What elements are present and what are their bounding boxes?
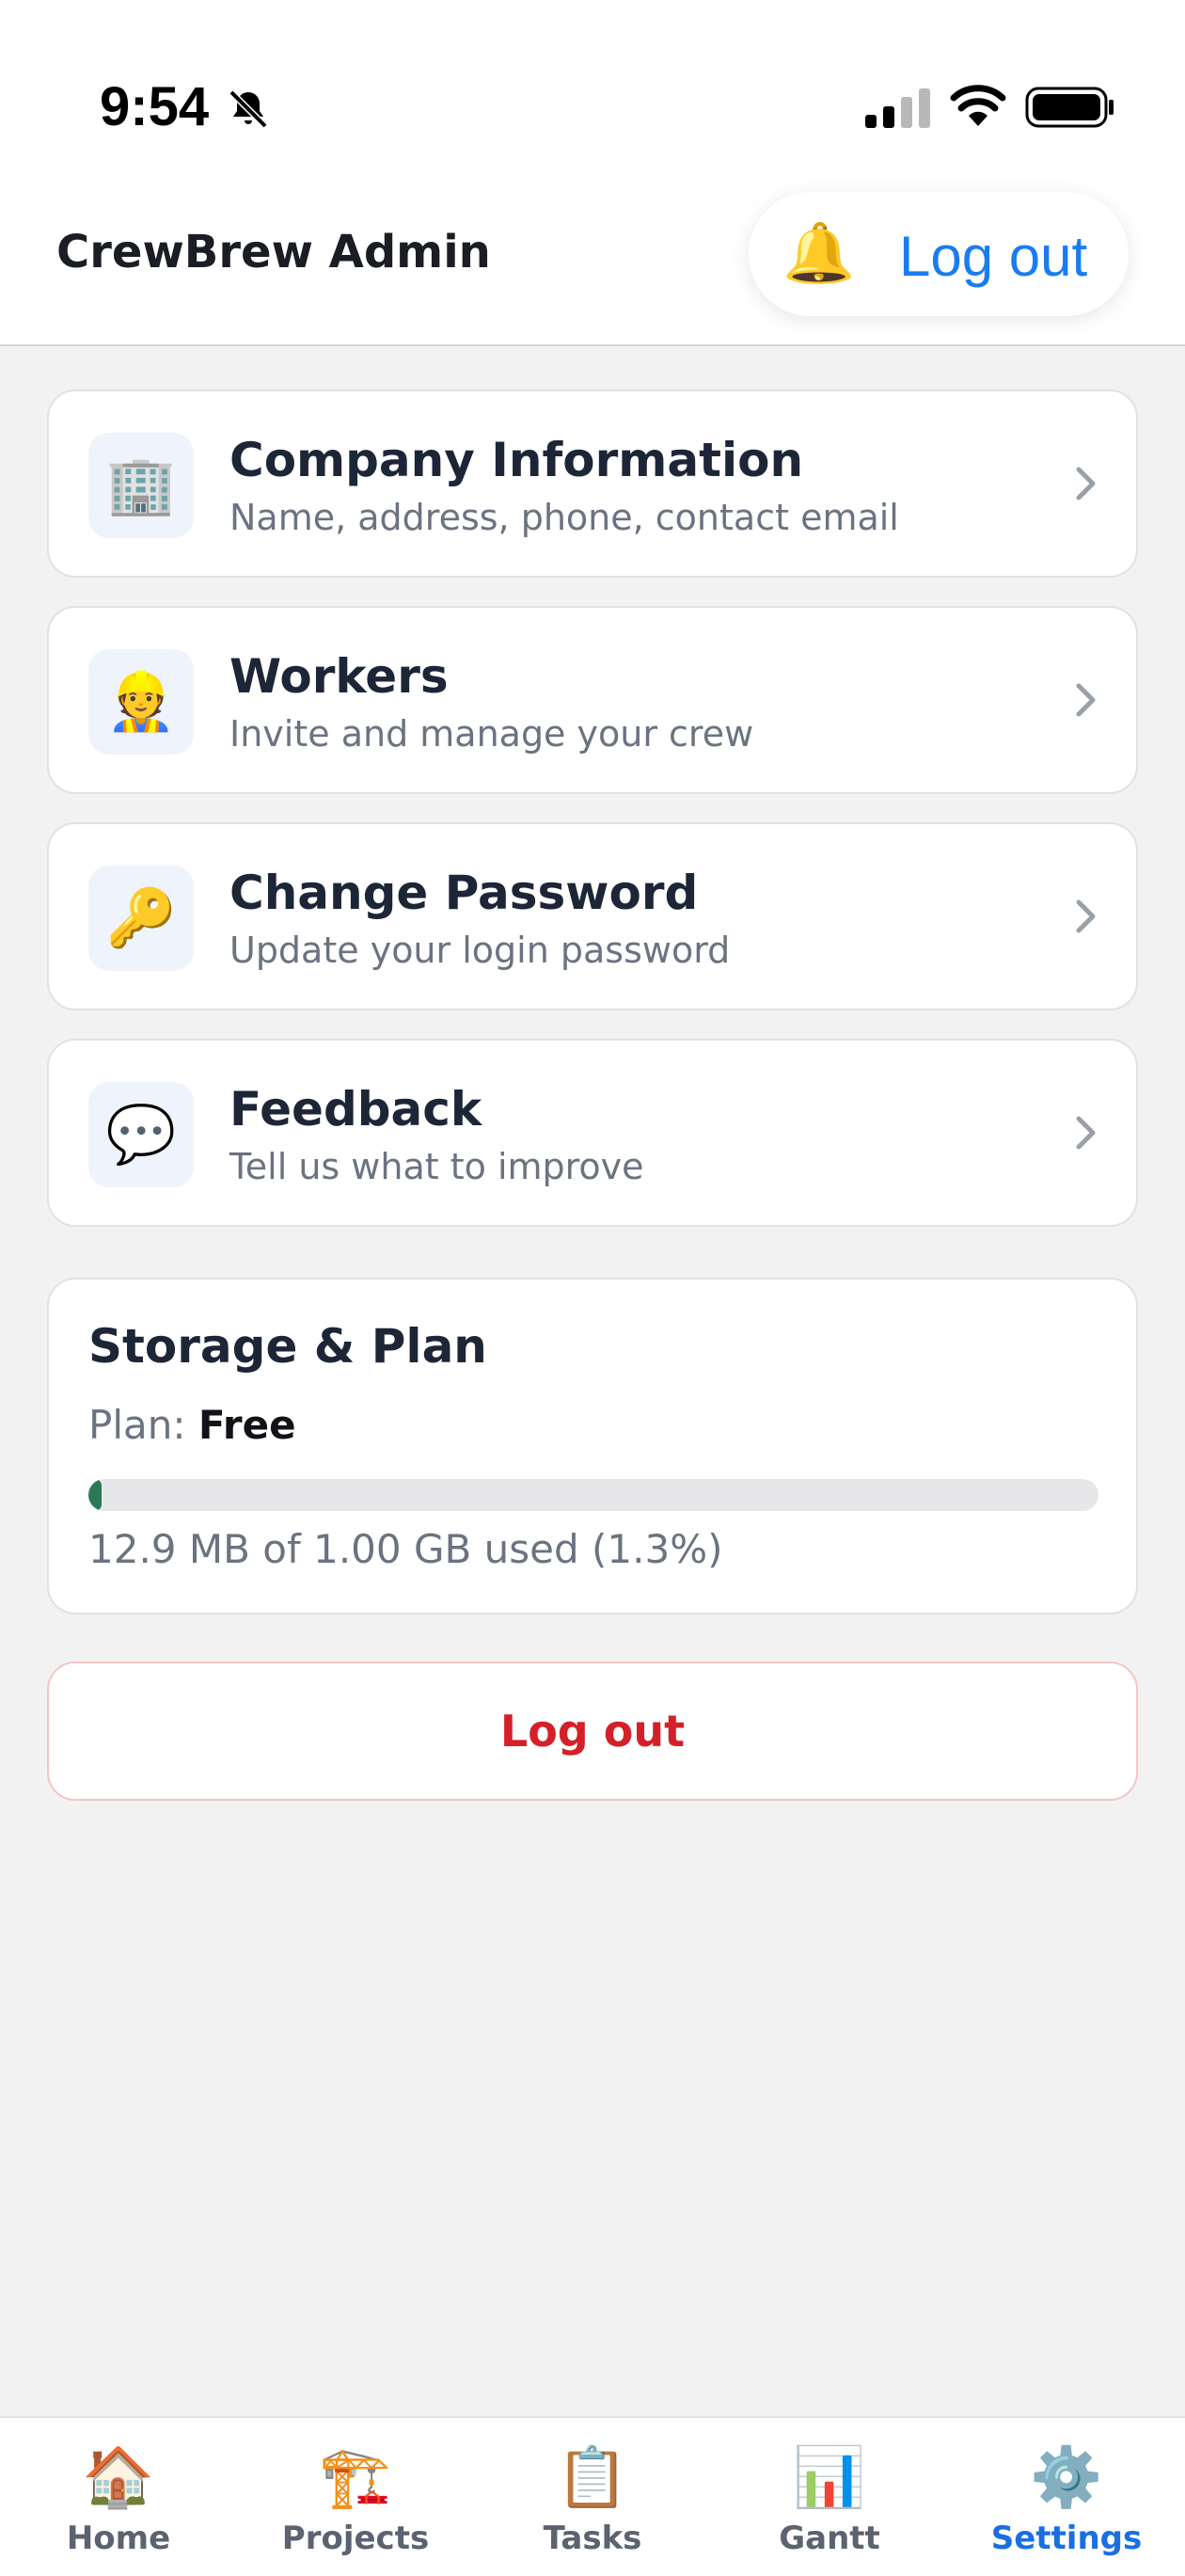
bar-chart-icon: 📊 — [793, 2442, 866, 2511]
menu-card-company-information[interactable]: 🏢 Company Information Name, address, pho… — [47, 390, 1138, 578]
menu-card-workers[interactable]: 👷 Workers Invite and manage your crew — [47, 606, 1138, 794]
storage-title: Storage & Plan — [88, 1319, 487, 1374]
construction-crane-icon: 🏗️ — [319, 2442, 392, 2511]
storage-progress-bar — [88, 1479, 1098, 1511]
tab-label: Gantt — [779, 2520, 880, 2557]
storage-progress-fill — [88, 1479, 102, 1511]
signal-icon — [865, 88, 930, 128]
header-logout-button[interactable]: Log out — [899, 224, 1087, 290]
clipboard-icon: 📋 — [556, 2442, 629, 2511]
home-icon: 🏠 — [82, 2442, 155, 2511]
page-title: CrewBrew Admin — [56, 226, 491, 278]
bell-icon[interactable]: 🔔 — [782, 220, 855, 286]
tab-tasks[interactable]: 📋 Tasks — [474, 2418, 711, 2576]
battery-icon — [1025, 87, 1114, 128]
building-icon: 🏢 — [88, 433, 194, 538]
worker-icon: 👷 — [88, 649, 194, 755]
card-subtitle: Tell us what to improve — [229, 1146, 644, 1187]
plan-label: Plan: — [88, 1402, 186, 1448]
tab-label: Projects — [281, 2520, 430, 2557]
tab-settings[interactable]: ⚙️ Settings — [948, 2418, 1185, 2576]
card-subtitle: Invite and manage your crew — [229, 713, 754, 755]
card-subtitle: Update your login password — [229, 930, 731, 971]
chevron-right-icon — [1076, 899, 1096, 933]
app-header: CrewBrew Admin 🔔 Log out — [0, 179, 1185, 346]
wifi-icon — [950, 85, 1006, 126]
card-title: Change Password — [229, 866, 699, 920]
gear-icon: ⚙️ — [1030, 2442, 1103, 2511]
logout-button[interactable]: Log out — [47, 1662, 1138, 1801]
tab-label: Tasks — [543, 2520, 642, 2557]
tab-label: Home — [66, 2520, 171, 2557]
menu-card-feedback[interactable]: 💬 Feedback Tell us what to improve — [47, 1039, 1138, 1227]
storage-usage-text: 12.9 MB of 1.00 GB used (1.3%) — [88, 1526, 723, 1572]
chevron-right-icon — [1076, 467, 1096, 501]
tab-bar: 🏠 Home 🏗️ Projects 📋 Tasks 📊 Gantt ⚙️ Se… — [0, 2416, 1185, 2576]
storage-plan-card: Storage & Plan Plan: Free 12.9 MB of 1.0… — [47, 1278, 1138, 1614]
card-title: Company Information — [229, 433, 804, 487]
chevron-right-icon — [1076, 1116, 1096, 1150]
card-subtitle: Name, address, phone, contact email — [229, 497, 899, 538]
menu-card-change-password[interactable]: 🔑 Change Password Update your login pass… — [47, 822, 1138, 1010]
key-icon: 🔑 — [88, 866, 194, 971]
tab-label: Settings — [990, 2520, 1143, 2557]
tab-projects[interactable]: 🏗️ Projects — [237, 2418, 474, 2576]
tab-home[interactable]: 🏠 Home — [0, 2418, 237, 2576]
chevron-right-icon — [1076, 683, 1096, 717]
plan-value: Free — [198, 1402, 296, 1448]
header-actions: 🔔 Log out — [749, 192, 1129, 316]
speech-bubble-icon: 💬 — [88, 1082, 194, 1187]
tab-gantt[interactable]: 📊 Gantt — [711, 2418, 948, 2576]
status-bar: 9:54 — [0, 0, 1185, 179]
bell-slash-icon — [229, 89, 268, 129]
card-title: Workers — [229, 649, 449, 704]
status-time: 9:54 — [100, 76, 210, 137]
card-title: Feedback — [229, 1082, 482, 1137]
plan-line: Plan: Free — [88, 1402, 296, 1448]
